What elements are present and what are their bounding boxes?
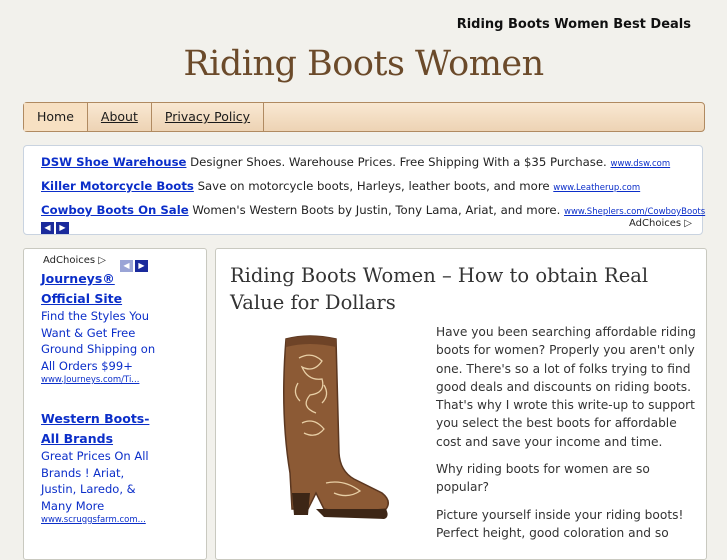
sidebar-ad-description[interactable]: Great Prices On All Brands ! Ariat, Just…: [41, 448, 161, 514]
ad-url-link[interactable]: www.Leatherup.com: [553, 183, 640, 193]
main-content: Riding Boots Women – How to obtain Real …: [215, 248, 707, 560]
adchoices-icon: ▷: [684, 218, 692, 229]
ad-title-link[interactable]: Killer Motorcycle Boots: [41, 179, 194, 193]
header-tagline: Riding Boots Women Best Deals: [456, 17, 691, 32]
top-ad-banner: DSW Shoe Warehouse Designer Shoes. Wareh…: [23, 145, 705, 236]
article-paragraph: Picture yourself inside your riding boot…: [436, 507, 684, 540]
sidebar-ad: Journeys® Official Site Find the Styles …: [41, 269, 161, 386]
ad-title-link[interactable]: DSW Shoe Warehouse: [41, 155, 186, 169]
sidebar-ads: AdChoices ▷ ◀ ▶ Journeys® Official Site F…: [23, 248, 207, 560]
ad-title-link[interactable]: Cowboy Boots On Sale: [41, 203, 189, 217]
next-arrow-icon[interactable]: ▶: [56, 221, 69, 234]
nav-home[interactable]: Home: [24, 103, 88, 131]
nav-about[interactable]: About: [88, 103, 152, 131]
ad-url-link[interactable]: www.dsw.com: [611, 159, 671, 169]
sidebar-ad: Western Boots- All Brands Great Prices O…: [41, 409, 161, 526]
ad-description: Women's Western Boots by Justin, Tony La…: [192, 203, 561, 217]
article-body: Have you been searching affordable ridin…: [436, 323, 698, 551]
prev-arrow-icon[interactable]: ◀: [41, 221, 54, 234]
article-paragraph: Why riding boots for women are so popula…: [436, 462, 650, 495]
ad-pager: ◀ ▶: [41, 217, 71, 236]
ad-description: Designer Shoes. Warehouse Prices. Free S…: [190, 155, 607, 169]
post-title[interactable]: Riding Boots Women – How to obtain Real …: [230, 262, 700, 316]
ad-row: Killer Motorcycle Boots Save on motorcyc…: [41, 175, 702, 199]
site-title[interactable]: Riding Boots Women: [0, 44, 727, 84]
sidebar-ad-url-link[interactable]: www.scruggsfarm.com...: [41, 514, 161, 526]
cowboy-boot-image: [283, 335, 389, 519]
sidebar-ad-title-link[interactable]: Journeys® Official Site: [41, 269, 161, 308]
sidebar-ad-description[interactable]: Find the Styles You Want & Get Free Grou…: [41, 308, 161, 374]
nav-privacy-policy[interactable]: Privacy Policy: [152, 103, 265, 131]
main-nav: Home About Privacy Policy: [23, 102, 705, 132]
sidebar-adchoices-link[interactable]: AdChoices ▷: [43, 255, 106, 266]
ad-url-link[interactable]: www.Sheplers.com/CowboyBoots: [564, 207, 705, 217]
ad-description: Save on motorcycle boots, Harleys, leath…: [197, 179, 550, 193]
adchoices-label: AdChoices: [43, 255, 96, 266]
adchoices-label: AdChoices: [629, 218, 682, 229]
ad-row: DSW Shoe Warehouse Designer Shoes. Wareh…: [41, 151, 702, 175]
ad-row: Cowboy Boots On Sale Women's Western Boo…: [41, 199, 705, 223]
adchoices-link[interactable]: AdChoices ▷: [629, 218, 692, 229]
adchoices-icon: ▷: [98, 255, 106, 266]
article-paragraph: Have you been searching affordable ridin…: [436, 325, 696, 449]
sidebar-ad-title-link[interactable]: Western Boots- All Brands: [41, 409, 161, 448]
sidebar-ad-url-link[interactable]: www.Journeys.com/Ti...: [41, 374, 161, 386]
